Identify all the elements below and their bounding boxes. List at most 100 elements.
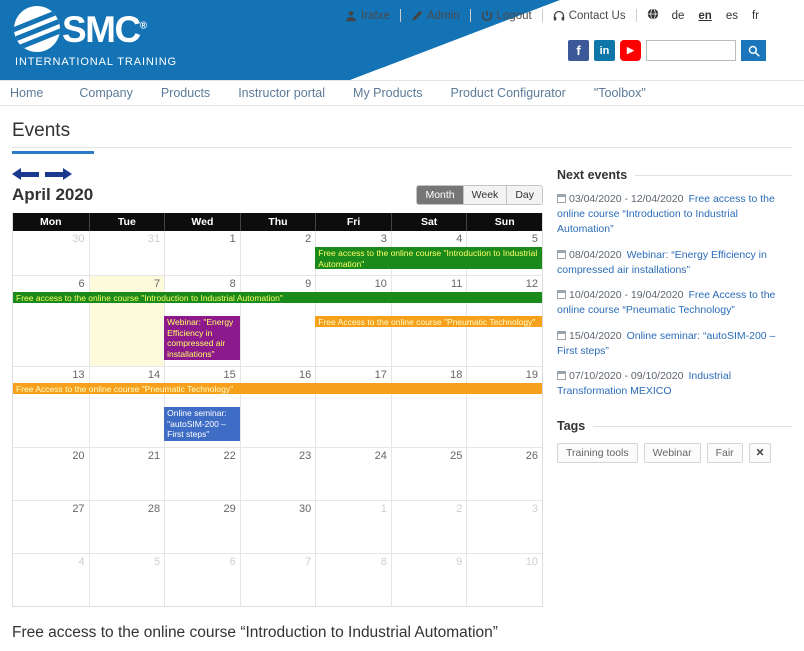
calendar-day-cell[interactable]: 7 (239, 554, 316, 606)
view-day-button[interactable]: Day (506, 186, 542, 204)
tag-chip[interactable]: Training tools (557, 443, 638, 464)
linkedin-icon[interactable]: in (594, 40, 615, 61)
calendar-day-cell[interactable]: 23 (239, 448, 316, 500)
calendar-day-number: 11 (451, 278, 463, 290)
nav-toolbox[interactable]: "Toolbox" (580, 86, 660, 100)
calendar-day-number: 14 (147, 369, 161, 381)
calendar-day-cell[interactable]: 24 (315, 448, 391, 500)
calendar-day-cell[interactable]: 10 (466, 554, 542, 606)
clear-tags-button[interactable]: ✕ (748, 443, 772, 464)
calendar-day-cell[interactable]: 20 (13, 448, 89, 500)
calendar-day-cell[interactable]: 22 (164, 448, 240, 500)
lang-es[interactable]: es (719, 10, 745, 22)
calendar-day-cell[interactable]: 26 (466, 448, 542, 500)
tags-header: Tags (557, 419, 792, 433)
calendar-day-cell[interactable]: 16 (239, 367, 316, 447)
smc-swoosh-icon (14, 6, 60, 52)
calendar-day-cell[interactable]: 8 (315, 554, 391, 606)
next-month-button[interactable] (45, 168, 72, 181)
weekday-sat: Sat (390, 213, 467, 231)
calendar-day-cell[interactable]: 2 (239, 231, 316, 275)
globe-icon (647, 8, 658, 20)
registered-mark: ® (139, 20, 147, 32)
calendar-day-number: 23 (299, 450, 312, 462)
calendar-event-bar[interactable]: Free Access to the online course "Pneuma… (315, 316, 542, 327)
calendar-day-cell[interactable]: 19 (466, 367, 542, 447)
lang-fr[interactable]: fr (745, 10, 766, 22)
calendar-day-cell[interactable]: 1 (164, 231, 240, 275)
logo-tagline: INTERNATIONAL TRAINING (15, 56, 177, 68)
nav-instructor-portal[interactable]: Instructor portal (224, 86, 339, 100)
nav-product-configurator[interactable]: Product Configurator (437, 86, 580, 100)
view-week-button[interactable]: Week (462, 186, 507, 204)
calendar-day-number: 27 (72, 503, 85, 515)
calendar-day-number: 10 (374, 278, 387, 290)
calendar-day-cell[interactable]: 25 (390, 448, 467, 500)
tag-chip[interactable]: Webinar (643, 443, 701, 464)
calendar-day-cell[interactable]: 30 (239, 501, 316, 553)
calendar-day-cell[interactable]: 29 (164, 501, 240, 553)
calendar-event-bar[interactable]: Free access to the online course "Introd… (13, 292, 542, 303)
calendar-day-cell[interactable]: 2 (390, 501, 467, 553)
calendar-day-number: 8 (380, 556, 387, 568)
calendar-day-number: 5 (531, 233, 538, 245)
calendar-day-cell[interactable]: 14 (88, 367, 165, 447)
search-input[interactable] (646, 40, 736, 61)
youtube-icon[interactable]: ▶ (620, 40, 641, 61)
calendar-day-number: 12 (525, 278, 538, 290)
calendar-day-cell[interactable]: 9 (390, 554, 467, 606)
prev-month-button[interactable] (12, 168, 39, 181)
calendar-day-cell[interactable]: 27 (13, 501, 89, 553)
calendar-day-cell[interactable]: 3 (466, 501, 542, 553)
calendar-event-bar[interactable]: Webinar: "Energy Efficiency in compresse… (164, 316, 240, 360)
logout-link[interactable]: Logout (471, 10, 542, 22)
calendar-day-cell[interactable]: 13 (13, 367, 89, 447)
calendar-day-cell[interactable]: 4 (13, 554, 89, 606)
calendar-day-cell[interactable]: 18 (390, 367, 467, 447)
nav-products[interactable]: Products (147, 86, 224, 100)
calendar-weeks: 30 31 1 2 3 4 5 Free access to the online cours… (13, 231, 542, 606)
nav-my-products[interactable]: My Products (339, 86, 436, 100)
weekday-mon: Mon (39, 216, 62, 228)
calendar-event-bar[interactable]: Free Access to the online course "Pneuma… (13, 383, 542, 394)
calendar-day-cell[interactable]: 1 (315, 501, 391, 553)
calendar-day-cell[interactable]: 21 (88, 448, 165, 500)
calendar-day-cell[interactable]: 6 (164, 554, 240, 606)
calendar-day-cell[interactable]: 28 (88, 501, 165, 553)
view-month-button[interactable]: Month (417, 186, 463, 204)
calendar-day-cell[interactable]: 31 (88, 231, 165, 275)
contact-link[interactable]: Contact Us (543, 10, 636, 22)
top-utility-nav: Iratxe Admin Logout Contact Us de en es … (335, 8, 766, 23)
tag-chip[interactable]: Fair (706, 443, 743, 464)
nav-home[interactable]: Home (10, 86, 65, 100)
calendar-day-number: 6 (229, 556, 236, 568)
calendar-icon (557, 330, 566, 340)
lang-en[interactable]: en (691, 10, 718, 22)
logout-label: Logout (496, 9, 532, 22)
next-event-date: 03/04/2020 - 12/04/2020 (569, 193, 684, 205)
calendar-day-cell[interactable]: 30 (13, 231, 89, 275)
search-button[interactable] (741, 40, 766, 61)
calendar-day-cell[interactable]: 6 (13, 276, 89, 366)
calendar-nav (12, 168, 543, 181)
calendar-day-cell[interactable]: 17 (315, 367, 391, 447)
weekday-tue: Tue (88, 213, 165, 231)
calendar-event-bar[interactable]: Free access to the online course "Introd… (315, 247, 542, 269)
nav-company[interactable]: Company (65, 86, 147, 100)
calendar-event-bar[interactable]: Online seminar: "autoSIM-200 – First ste… (164, 407, 240, 441)
calendar-day-cell[interactable]: 7 (88, 276, 165, 366)
site-logo[interactable]: SMC® INTERNATIONAL TRAINING (14, 6, 177, 68)
next-event-date: 07/10/2020 - 09/10/2020 (569, 369, 684, 382)
user-account-link[interactable]: Iratxe (335, 10, 400, 22)
calendar-day-cell[interactable]: 9 (239, 276, 316, 366)
calendar-icon (557, 370, 566, 380)
facebook-icon[interactable]: f (568, 40, 589, 61)
calendar-day-number: 21 (147, 450, 161, 462)
calendar-day-cells: 20 21 22 23 24 25 26 (13, 448, 542, 500)
admin-link[interactable]: Admin (401, 10, 470, 22)
weekday-sun: Sun (466, 213, 542, 231)
calendar-day-cell[interactable]: 5 (88, 554, 165, 606)
lang-de[interactable]: de (665, 10, 692, 22)
calendar-day-number: 6 (78, 278, 85, 290)
calendar-day-number: 28 (147, 503, 161, 515)
